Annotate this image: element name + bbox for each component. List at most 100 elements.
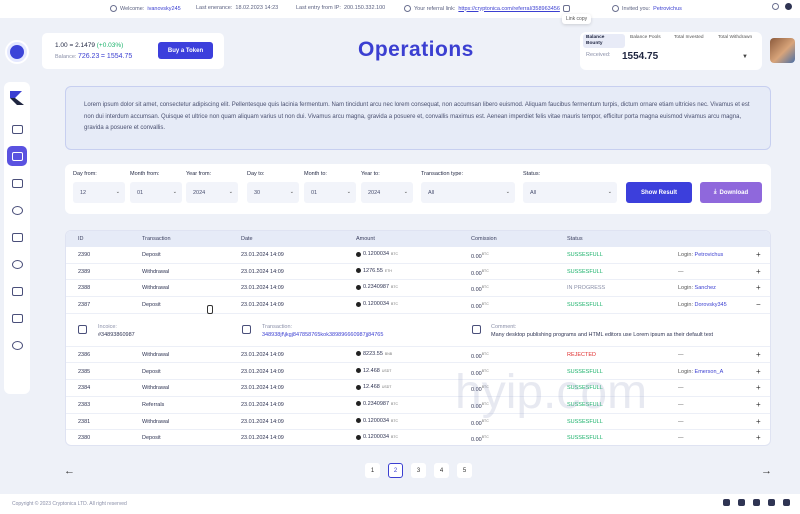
table-row[interactable]: 2386 Withdrawal 23.01.2024 14:09 8223.55 BNB… xyxy=(66,347,770,364)
welcome-user-link[interactable]: ivanovsky245 xyxy=(147,6,180,12)
theme-sun-icon[interactable] xyxy=(772,3,779,10)
download-button[interactable]: ⤓ Download xyxy=(700,182,762,203)
sidebar-item-exchange[interactable] xyxy=(7,254,27,274)
expand-icon[interactable]: + xyxy=(756,400,761,409)
login-label: Login: xyxy=(678,302,693,309)
buy-token-button[interactable]: Buy a Token xyxy=(158,42,213,59)
twitter-icon[interactable] xyxy=(768,499,775,506)
coin-icon xyxy=(356,284,361,290)
sidebar-item-profile[interactable] xyxy=(7,308,27,328)
expand-icon[interactable]: + xyxy=(756,350,761,359)
youtube-icon[interactable] xyxy=(753,499,760,506)
table-row[interactable]: 2384 Withdrawal 23.01.2024 14:09 12.468 USDT… xyxy=(66,380,770,397)
top-bar: Welcome: ivanovsky245 Last enerance: 18.… xyxy=(0,0,800,18)
theme-moon-icon[interactable] xyxy=(785,3,792,10)
expand-icon[interactable]: + xyxy=(756,417,761,426)
expand-icon[interactable]: + xyxy=(756,267,761,276)
month-to-select[interactable]: 01 ⌄ xyxy=(304,182,356,203)
day-from-label: Day from: xyxy=(73,171,97,177)
invited-user-link[interactable]: Petrovichus xyxy=(653,6,682,12)
expand-icon[interactable]: + xyxy=(756,383,761,392)
table-row[interactable]: 2383 Referrals 23.01.2024 14:09 0.2340987 BT… xyxy=(66,397,770,414)
cell-date: 23.01.2024 14:09 xyxy=(241,252,284,258)
tab-balance-pools[interactable]: Balance Pools xyxy=(627,34,669,48)
login-user-link[interactable]: Emerson_A xyxy=(695,369,724,375)
table-row[interactable]: 2390 Deposit 23.01.2024 14:09 0.1200034 BTC 0… xyxy=(66,247,770,264)
day-from-select[interactable]: 12 ⌄ xyxy=(73,182,125,203)
page-4[interactable]: 4 xyxy=(434,463,449,478)
show-result-button[interactable]: Show Result xyxy=(626,182,692,203)
year-to-value: 2024 xyxy=(368,189,381,196)
cell-transaction: Referrals xyxy=(142,401,165,408)
cell-amount: 12.468 USDT xyxy=(356,384,391,390)
coin-icon xyxy=(356,384,361,390)
year-from-select[interactable]: 2024 ⌄ xyxy=(186,182,238,203)
amount-unit: BNB xyxy=(384,351,393,356)
expand-icon[interactable]: + xyxy=(756,250,761,259)
year-to-select[interactable]: 2024 ⌄ xyxy=(361,182,413,203)
month-from-select[interactable]: 01 ⌄ xyxy=(130,182,182,203)
transaction-hash-link[interactable]: 348938jf\jkgj847858765kok389896660987jj8… xyxy=(262,331,383,339)
telegram-icon[interactable] xyxy=(723,499,730,506)
copyright-text: Copyright © 2023 Cryptonica LTD. All rig… xyxy=(12,501,127,507)
linkedin-icon[interactable] xyxy=(783,499,790,506)
collapse-icon[interactable]: − xyxy=(756,300,761,309)
facebook-icon[interactable] xyxy=(738,499,745,506)
balance-line: Balance: 726.23 = 1554.75 xyxy=(55,53,132,60)
tab-total-withdrawn[interactable]: Total Withdrawn xyxy=(715,34,757,48)
cell-commission: 0.00BTC xyxy=(471,302,489,310)
sidebar-item-network[interactable] xyxy=(7,200,27,220)
sidebar-item-wallet[interactable] xyxy=(7,173,27,193)
sidebar-item-support[interactable] xyxy=(7,335,27,355)
sidebar-item-operations[interactable] xyxy=(7,146,27,166)
year-to-label: Year to: xyxy=(361,171,380,177)
login-user-link[interactable]: Petrovichus xyxy=(695,252,724,258)
page-3[interactable]: 3 xyxy=(411,463,426,478)
expand-icon[interactable]: + xyxy=(756,283,761,292)
table-row[interactable]: 2385 Deposit 23.01.2024 14:09 12.468 USDT 0.0… xyxy=(66,364,770,381)
cell-login: — xyxy=(678,385,684,391)
sidebar-item-promo[interactable] xyxy=(7,227,27,247)
chevron-down-icon[interactable]: ▼ xyxy=(742,54,748,60)
topbar-actions xyxy=(772,3,792,10)
cell-amount: 0.1200034 BTC xyxy=(356,418,398,424)
copy-icon[interactable] xyxy=(562,5,570,12)
avatar[interactable] xyxy=(770,38,795,63)
commission-unit: BTC xyxy=(481,268,489,273)
cell-date: 23.01.2024 14:09 xyxy=(241,418,284,425)
commission-value: 0.00 xyxy=(471,287,482,294)
table-row[interactable]: 2381 Withdrawal 23.01.2024 14:09 0.1200034 B… xyxy=(66,414,770,431)
page-1[interactable]: 1 xyxy=(365,463,380,478)
page-2[interactable]: 2 xyxy=(388,463,403,478)
type-select[interactable]: All ⌄ xyxy=(421,182,515,203)
amount-unit: BTC xyxy=(391,285,398,290)
login-user-link[interactable]: Dorovsky345 xyxy=(695,302,727,308)
tab-total-invested[interactable]: Total Invested xyxy=(671,34,713,48)
cell-date: 23.01.2024 14:09 xyxy=(241,351,284,358)
table-row[interactable]: 2388 Withdrawal 23.01.2024 14:09 0.2340987 B… xyxy=(66,280,770,298)
sidebar-item-documents[interactable] xyxy=(7,281,27,301)
page-5[interactable]: 5 xyxy=(457,463,472,478)
brand-logo[interactable] xyxy=(7,88,27,108)
sidebar-item-dashboard[interactable] xyxy=(7,119,27,139)
user-plus-icon xyxy=(612,5,619,12)
login-label: — xyxy=(678,401,684,408)
commission-value: 0.00 xyxy=(471,303,482,310)
table-row[interactable]: 2387 Deposit 23.01.2024 14:09 0.1200034 BTC 0… xyxy=(66,297,770,314)
day-to-select[interactable]: 30 ⌄ xyxy=(247,182,299,203)
commission-unit: BTC xyxy=(481,385,489,390)
cell-amount: 0.2340987 BTC xyxy=(356,401,398,407)
tab-balance-bounty[interactable]: Balance Bounty xyxy=(583,34,625,48)
table-row[interactable]: 2389 Withdrawal 23.01.2024 14:09 1276.55 ETH… xyxy=(66,264,770,281)
referral-link[interactable]: https://cryptonica.com/referral/35896345… xyxy=(458,6,560,12)
status-select[interactable]: All ⌄ xyxy=(523,182,617,203)
table-row[interactable]: 2380 Deposit 23.01.2024 14:09 0.1200034 BTC 0… xyxy=(66,430,770,445)
prev-page-arrow-icon[interactable]: ← xyxy=(64,465,75,477)
stats-tabs: Balance Bounty Balance Pools Total Inves… xyxy=(583,34,757,48)
status-badge: SUSSESFULL xyxy=(567,252,603,258)
expand-icon[interactable]: + xyxy=(756,367,761,376)
commission-unit: BTC xyxy=(481,285,489,290)
next-page-arrow-icon[interactable]: → xyxy=(761,465,772,477)
expand-icon[interactable]: + xyxy=(756,433,761,442)
login-user-link[interactable]: Sanchez xyxy=(695,285,716,291)
